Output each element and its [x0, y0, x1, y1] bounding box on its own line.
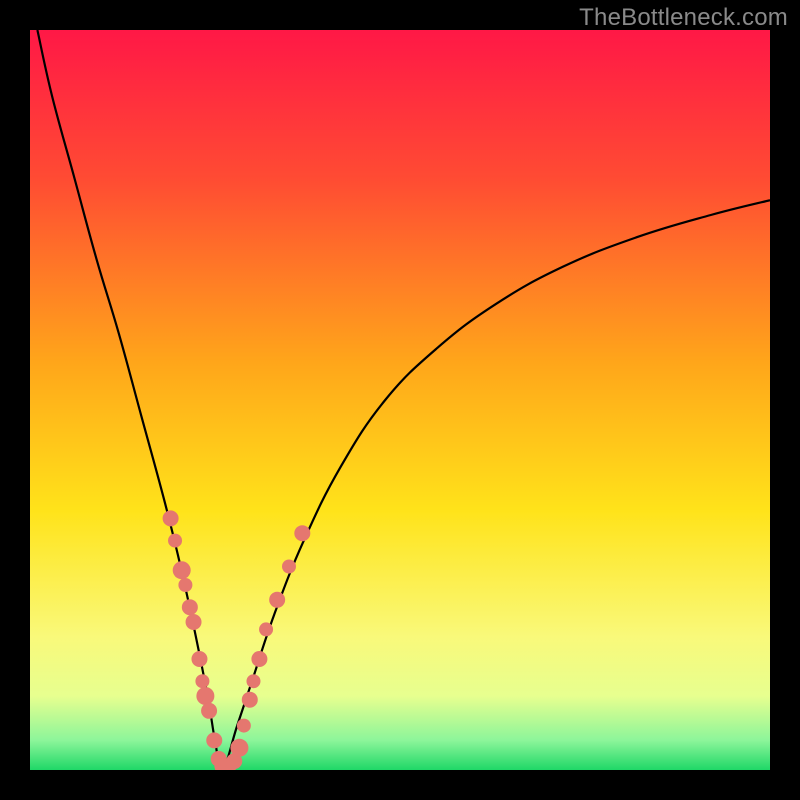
sample-dot: [195, 674, 209, 688]
sample-dot: [186, 614, 202, 630]
sample-dot: [237, 719, 251, 733]
sample-dot: [201, 703, 217, 719]
sample-dot: [191, 651, 207, 667]
sample-dot: [269, 592, 285, 608]
sample-dot: [196, 687, 214, 705]
sample-dot: [251, 651, 267, 667]
chart-frame: TheBottleneck.com: [0, 0, 800, 800]
bottleneck-curve: [37, 30, 770, 770]
sample-dot: [163, 510, 179, 526]
curve-layer: [30, 30, 770, 770]
watermark-text: TheBottleneck.com: [579, 4, 788, 32]
sample-dot: [230, 739, 248, 757]
sample-dot: [178, 578, 192, 592]
sample-dot: [246, 674, 260, 688]
sample-dot: [294, 525, 310, 541]
sample-dot: [182, 599, 198, 615]
sample-dot: [259, 622, 273, 636]
sample-dot: [173, 561, 191, 579]
sample-dot: [206, 732, 222, 748]
sample-dot: [168, 534, 182, 548]
sample-dot: [282, 560, 296, 574]
sample-dot: [242, 692, 258, 708]
plot-area: [30, 30, 770, 770]
